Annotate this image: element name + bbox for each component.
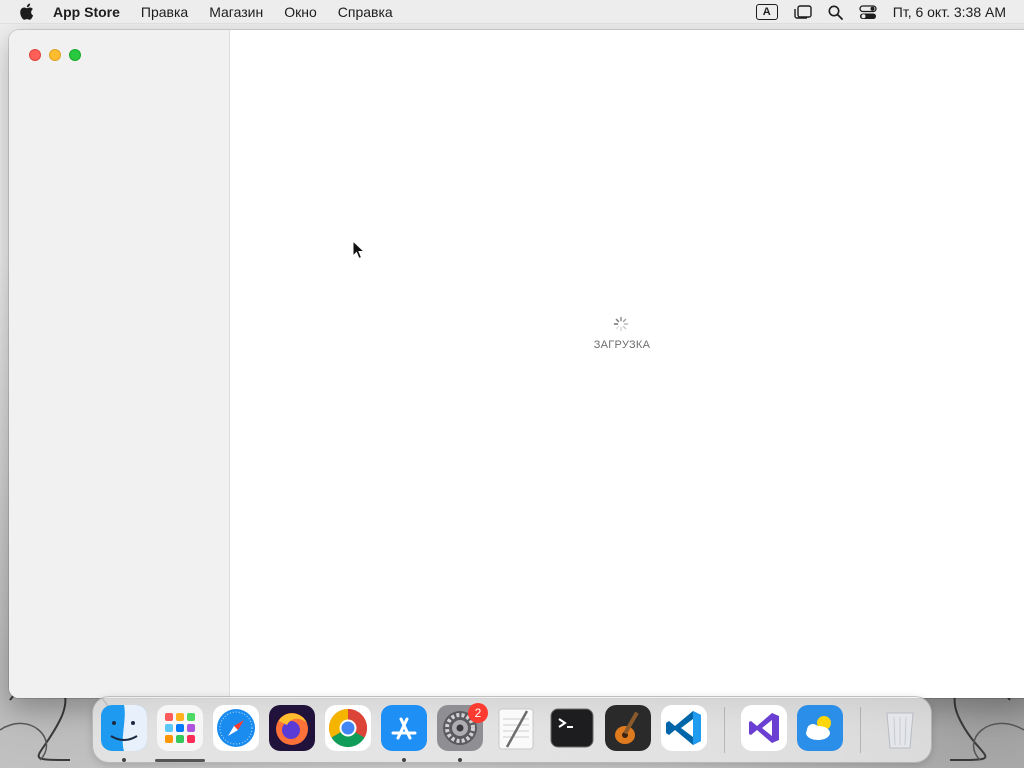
- chrome-icon[interactable]: [325, 705, 371, 751]
- mouse-cursor-icon: [352, 240, 366, 260]
- finder-running-indicator: [122, 758, 126, 762]
- loading-label: ЗАГРУЗКА: [593, 339, 651, 351]
- menu-bar: App Store Правка Магазин Окно Справка A …: [0, 0, 1024, 24]
- vscode-icon[interactable]: [661, 705, 707, 751]
- system-settings-running-indicator: [458, 758, 462, 762]
- apple-menu-icon[interactable]: [19, 3, 35, 21]
- system-settings-badge: 2: [468, 703, 488, 723]
- garageband-icon[interactable]: [605, 705, 651, 751]
- safari-icon[interactable]: [213, 705, 259, 751]
- app-store-icon[interactable]: [381, 705, 427, 751]
- firefox-icon[interactable]: [269, 705, 315, 751]
- close-button[interactable]: [29, 49, 41, 61]
- textedit-icon[interactable]: [493, 705, 539, 751]
- finder-icon[interactable]: [101, 705, 147, 751]
- loading-spinner-icon: [613, 316, 629, 332]
- spotlight-search-icon[interactable]: [828, 5, 843, 20]
- control-center-icon[interactable]: [859, 4, 877, 20]
- main-content: [230, 30, 1024, 698]
- menu-help[interactable]: Справка: [338, 4, 393, 20]
- menu-clock[interactable]: Пт, 6 окт. 3:38 AM: [893, 4, 1006, 20]
- terminal-icon[interactable]: [549, 705, 595, 751]
- dock: 2: [92, 696, 932, 763]
- visual-studio-icon[interactable]: [741, 705, 787, 751]
- launchpad-icon[interactable]: [157, 705, 203, 751]
- weather-icon[interactable]: [797, 705, 843, 751]
- menu-window[interactable]: Окно: [284, 4, 317, 20]
- trash-icon[interactable]: [877, 705, 923, 751]
- launchpad-indicator: [155, 759, 205, 762]
- menu-store[interactable]: Магазин: [209, 4, 263, 20]
- menu-edit[interactable]: Правка: [141, 4, 188, 20]
- minimize-button[interactable]: [49, 49, 61, 61]
- app-store-window: [9, 30, 1024, 698]
- input-source-icon[interactable]: A: [755, 4, 778, 20]
- maximize-button[interactable]: [69, 49, 81, 61]
- dock-separator: [724, 707, 725, 753]
- app-store-running-indicator: [402, 758, 406, 762]
- stage-manager-icon[interactable]: [794, 5, 812, 19]
- sidebar: [9, 30, 230, 698]
- menu-app-name[interactable]: App Store: [53, 4, 120, 20]
- dock-separator-trash: [860, 707, 861, 753]
